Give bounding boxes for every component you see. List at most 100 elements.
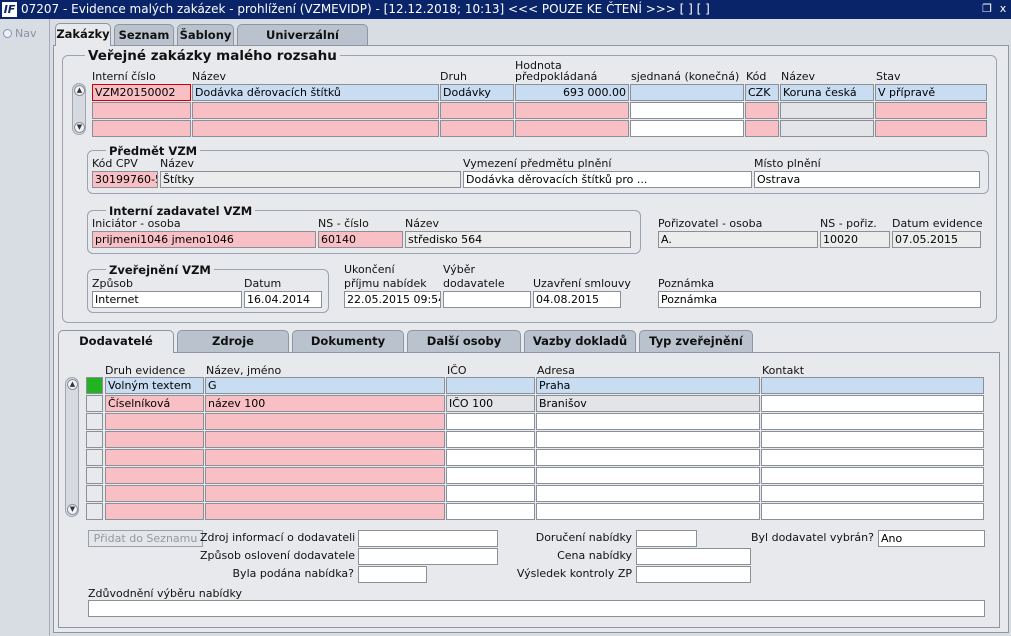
cell-druh-evidence[interactable] <box>105 503 204 520</box>
cell-stav[interactable] <box>875 120 987 137</box>
row-selector[interactable] <box>86 503 103 520</box>
cell-adresa[interactable] <box>536 467 760 484</box>
cell-ico[interactable] <box>446 413 535 430</box>
cell-nazev-jmeno[interactable] <box>205 485 445 502</box>
cell-druh-evidence[interactable] <box>105 467 204 484</box>
zdroj-field[interactable] <box>358 530 498 547</box>
tab-zdroje-financovani[interactable]: Zdroje financování <box>177 330 289 368</box>
cell-kontakt[interactable] <box>761 395 984 412</box>
cell-ico[interactable] <box>446 431 535 448</box>
cell-druh-evidence[interactable]: Volným textem <box>105 377 204 394</box>
cell-adresa[interactable] <box>536 485 760 502</box>
tab-dokumenty[interactable]: Dokumenty <box>292 330 404 352</box>
scroll-up-icon[interactable]: ▲ <box>67 379 78 390</box>
cell-druh-evidence[interactable] <box>105 449 204 466</box>
nav-item[interactable]: Nav <box>3 27 36 40</box>
zpusob-field[interactable]: Internet <box>92 291 242 308</box>
cell-nazev-jmeno[interactable] <box>205 503 445 520</box>
tab-sablony[interactable]: Šablony <box>177 24 234 46</box>
close-icon[interactable]: x <box>996 2 1010 16</box>
cell-nazev-jmeno[interactable]: název 100 <box>205 395 445 412</box>
cell-druh-evidence[interactable] <box>105 485 204 502</box>
cell-kontakt[interactable] <box>761 431 984 448</box>
zpusob-osloveni-field[interactable] <box>358 548 498 565</box>
cell-ico[interactable] <box>446 449 535 466</box>
cell-druh[interactable] <box>440 102 514 119</box>
cell-druh[interactable]: Dodávky <box>440 84 514 101</box>
cell-kontakt[interactable] <box>761 377 984 394</box>
kod-cpv-field[interactable]: 30199760-5 <box>92 171 158 188</box>
poznamka-field[interactable]: Poznámka <box>658 291 981 308</box>
cell-adresa[interactable] <box>536 413 760 430</box>
cell-kontakt[interactable] <box>761 467 984 484</box>
cell-nazev-jmeno[interactable] <box>205 413 445 430</box>
vymezeni-field[interactable]: Dodávka děrovacích štítků pro ... <box>463 171 752 188</box>
cell-druh[interactable] <box>440 120 514 137</box>
uzavreni-field[interactable]: 04.08.2015 <box>533 291 621 308</box>
cell-ico[interactable] <box>446 377 535 394</box>
ukonceni-field[interactable]: 22.05.2015 09:54 <box>344 291 441 308</box>
cell-ico[interactable] <box>446 467 535 484</box>
cell-adresa[interactable] <box>536 431 760 448</box>
cell-druh-evidence[interactable]: Číselníková <box>105 395 204 412</box>
misto-field[interactable]: Ostrava <box>754 171 980 188</box>
row-selector[interactable] <box>86 449 103 466</box>
cell-kod[interactable]: CZK <box>745 84 779 101</box>
vybran-field[interactable]: Ano <box>878 530 985 547</box>
pridat-do-seznamu-button[interactable]: Přidat do Seznamu <box>88 530 203 547</box>
tab-dalsi-osoby[interactable]: Další osoby <box>407 330 521 352</box>
cell-interni-cislo[interactable] <box>92 120 191 137</box>
cell-ico[interactable] <box>446 503 535 520</box>
vzm-scrollbar[interactable]: ▲ ▼ <box>72 83 86 135</box>
cell-mena[interactable]: Koruna česká <box>780 84 874 101</box>
cell-druh-evidence[interactable] <box>105 413 204 430</box>
cell-adresa[interactable] <box>536 503 760 520</box>
tab-typ-zverejneni[interactable]: Typ zveřejnění <box>639 330 753 352</box>
zduvodneni-field[interactable] <box>88 600 985 617</box>
cell-kontakt[interactable] <box>761 503 984 520</box>
cell-sjednana[interactable] <box>630 102 744 119</box>
cell-interni-cislo[interactable]: VZM20150002 <box>92 84 191 101</box>
cell-sjednana[interactable] <box>630 84 744 101</box>
cell-kontakt[interactable] <box>761 485 984 502</box>
zverejneni-datum-field[interactable]: 16.04.2014 <box>244 291 322 308</box>
cell-nazev[interactable] <box>192 102 439 119</box>
vysledek-field[interactable] <box>636 566 751 583</box>
scroll-down-icon[interactable]: ▼ <box>74 122 85 133</box>
cell-interni-cislo[interactable] <box>92 102 191 119</box>
cell-adresa[interactable] <box>536 449 760 466</box>
cell-nazev-jmeno[interactable]: G <box>205 377 445 394</box>
cell-kontakt[interactable] <box>761 449 984 466</box>
row-selector[interactable] <box>86 431 103 448</box>
tab-seznam[interactable]: Seznam <box>114 24 174 46</box>
cell-stav[interactable] <box>875 102 987 119</box>
restore-icon[interactable]: ❐ <box>980 2 994 16</box>
row-selector[interactable] <box>86 377 103 394</box>
row-selector[interactable] <box>86 467 103 484</box>
row-selector[interactable] <box>86 395 103 412</box>
dodavatele-scrollbar[interactable]: ▲ ▼ <box>65 377 79 517</box>
row-selector[interactable] <box>86 485 103 502</box>
scroll-up-icon[interactable]: ▲ <box>74 85 85 96</box>
doruceni-field[interactable] <box>636 530 697 547</box>
cell-adresa[interactable]: Praha <box>536 377 760 394</box>
cell-nazev[interactable] <box>192 120 439 137</box>
cell-ico[interactable] <box>446 485 535 502</box>
cell-predpokladana[interactable] <box>515 102 629 119</box>
cell-predpokladana[interactable] <box>515 120 629 137</box>
cell-nazev-jmeno[interactable] <box>205 467 445 484</box>
tab-zakazky[interactable]: Zakázky <box>55 23 111 46</box>
cell-nazev-jmeno[interactable] <box>205 449 445 466</box>
vyber-field[interactable] <box>443 291 531 308</box>
tab-univerzalni-nahradnici[interactable]: Univerzální náhradníci <box>237 24 368 62</box>
cena-field[interactable] <box>636 548 751 565</box>
cell-kontakt[interactable] <box>761 413 984 430</box>
tab-vazby-dokladu[interactable]: Vazby dokladů <box>524 330 636 352</box>
cell-predpokladana[interactable]: 693 000.00 <box>515 84 629 101</box>
cell-druh-evidence[interactable] <box>105 431 204 448</box>
ns-cislo-field[interactable]: 60140 <box>318 231 403 248</box>
tab-dodavatele[interactable]: Dodavatelé <box>58 330 174 353</box>
scroll-down-icon[interactable]: ▼ <box>67 504 78 515</box>
cell-stav[interactable]: V přípravě <box>875 84 987 101</box>
cell-nazev[interactable]: Dodávka děrovacích štítků <box>192 84 439 101</box>
